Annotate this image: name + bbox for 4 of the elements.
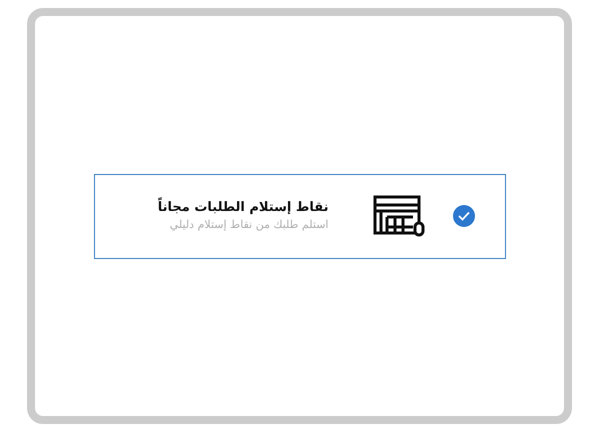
store-icon <box>372 195 426 237</box>
option-title: نقاط إستلام الطلبات مجاناً <box>158 199 328 217</box>
option-card[interactable]: نقاط إستلام الطلبات مجاناً استلم طلبك من نقاط إستلام دليلي <box>94 174 506 258</box>
option-subtitle: استلم طلبك من نقاط إستلام دليلي <box>170 217 328 233</box>
